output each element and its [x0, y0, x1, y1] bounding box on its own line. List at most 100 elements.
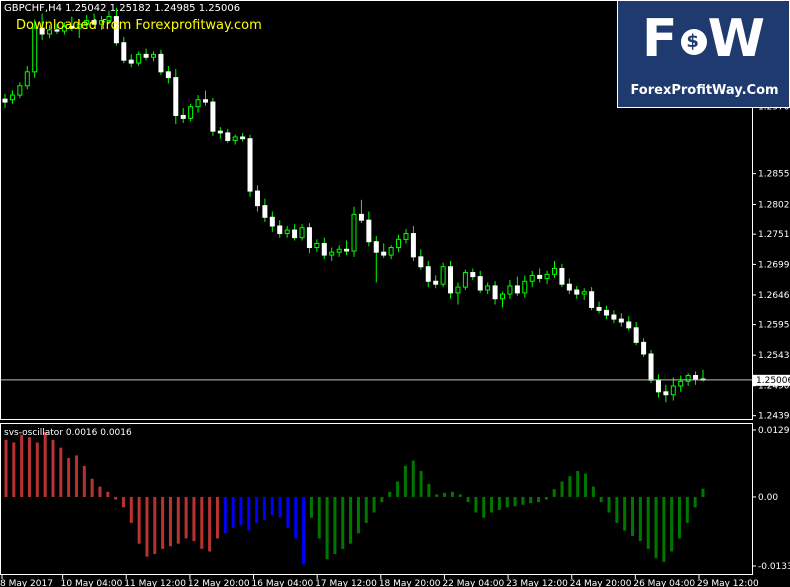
- candle-body: [314, 242, 320, 249]
- oscillator-bar: [270, 496, 274, 516]
- candle: [292, 224, 298, 241]
- candle: [596, 301, 602, 314]
- candle: [477, 270, 483, 293]
- candle: [433, 275, 439, 289]
- time-tick-label: 29 May 12:00: [697, 579, 759, 587]
- oscillator-bar: [380, 496, 384, 503]
- oscillator-bar: [349, 496, 353, 544]
- candle: [225, 128, 231, 143]
- candle-body: [448, 266, 454, 294]
- candle: [299, 224, 305, 241]
- candle-body: [373, 241, 379, 253]
- candle: [470, 268, 476, 281]
- candle-body: [17, 85, 23, 96]
- oscillator-bar: [294, 496, 298, 539]
- oscillator-bar: [466, 496, 470, 503]
- oscillator-bar: [693, 496, 697, 508]
- oscillator-bar: [419, 471, 423, 497]
- candle-body: [165, 71, 171, 79]
- candle-body: [462, 272, 468, 288]
- oscillator-bar: [646, 496, 650, 549]
- candle: [306, 223, 312, 254]
- candle: [641, 338, 647, 357]
- candle: [165, 66, 171, 84]
- oscillator-bar: [521, 496, 525, 505]
- candle: [462, 269, 468, 290]
- candle: [9, 90, 15, 104]
- oscillator-bar: [584, 473, 588, 497]
- oscillator-bar: [435, 494, 439, 497]
- oscillator-bars-layer: [4, 432, 705, 565]
- candle-body: [626, 321, 632, 329]
- candle-body: [485, 285, 491, 291]
- oscillator-bar: [192, 496, 196, 542]
- oscillator-bar: [255, 496, 259, 523]
- oscillator-bar: [82, 465, 86, 497]
- price-tick-label: 1.26990: [758, 260, 790, 270]
- candle: [232, 134, 238, 145]
- oscillator-bar: [631, 496, 635, 536]
- current-price-tag: 1.25006: [753, 374, 790, 386]
- candle: [648, 349, 654, 384]
- candle-body: [559, 267, 565, 285]
- oscillator-bar: [560, 481, 564, 497]
- candle: [626, 316, 632, 331]
- candle: [180, 107, 186, 124]
- candle: [663, 384, 669, 403]
- candle: [551, 260, 557, 278]
- time-tick-label: 16 May 04:00: [252, 579, 314, 587]
- price-tick-label: 1.27510: [758, 230, 790, 240]
- candle: [329, 247, 335, 261]
- oscillator-bar: [576, 471, 580, 497]
- oscillator-bar: [106, 491, 110, 497]
- candle-body: [180, 114, 186, 119]
- candle-body: [306, 227, 312, 249]
- candle-body: [537, 274, 543, 279]
- candle-body: [292, 229, 298, 239]
- candle-body: [32, 27, 38, 73]
- time-axis: 8 May 2017 10 May 04:00 11 May 12:00 12 May…: [0, 575, 759, 587]
- candle: [262, 198, 268, 222]
- candle-body: [225, 132, 231, 141]
- candle-body: [277, 225, 283, 235]
- candle: [611, 310, 617, 324]
- oscillator-bar: [568, 476, 572, 497]
- candle-body: [500, 293, 506, 300]
- candle-body: [522, 280, 528, 294]
- candle: [537, 268, 543, 283]
- candle-body: [425, 266, 431, 282]
- candle: [321, 237, 327, 260]
- oscillator-bar: [20, 434, 24, 497]
- candle: [202, 90, 208, 106]
- candle: [455, 282, 461, 305]
- price-tick-label: 1.25955: [758, 321, 790, 331]
- candle: [403, 228, 409, 244]
- oscillator-bar: [678, 496, 682, 539]
- candle-body: [455, 286, 461, 294]
- oscillator-bar: [591, 486, 595, 497]
- candle: [655, 374, 661, 398]
- logo-letter-w: W: [707, 9, 767, 69]
- oscillator-bar: [317, 496, 321, 539]
- candle: [603, 305, 609, 320]
- candle-body: [633, 327, 639, 343]
- candle: [351, 206, 357, 257]
- oscillator-bar: [443, 492, 447, 497]
- candle-body: [299, 227, 305, 239]
- candle-body: [188, 106, 194, 119]
- candle-body: [618, 318, 624, 323]
- candle: [158, 49, 164, 75]
- oscillator-bar: [51, 439, 55, 497]
- candle: [589, 287, 595, 311]
- oscillator-bar: [599, 496, 603, 503]
- candle-body: [269, 216, 275, 227]
- candle-body: [596, 306, 602, 311]
- candle: [485, 282, 491, 295]
- candle-body: [566, 283, 572, 291]
- candle: [514, 276, 520, 296]
- candle-body: [470, 272, 476, 278]
- candle-body: [321, 242, 327, 256]
- oscillator-bar: [153, 496, 157, 555]
- oscillator-bar: [121, 496, 125, 508]
- oscillator-bar: [4, 439, 8, 497]
